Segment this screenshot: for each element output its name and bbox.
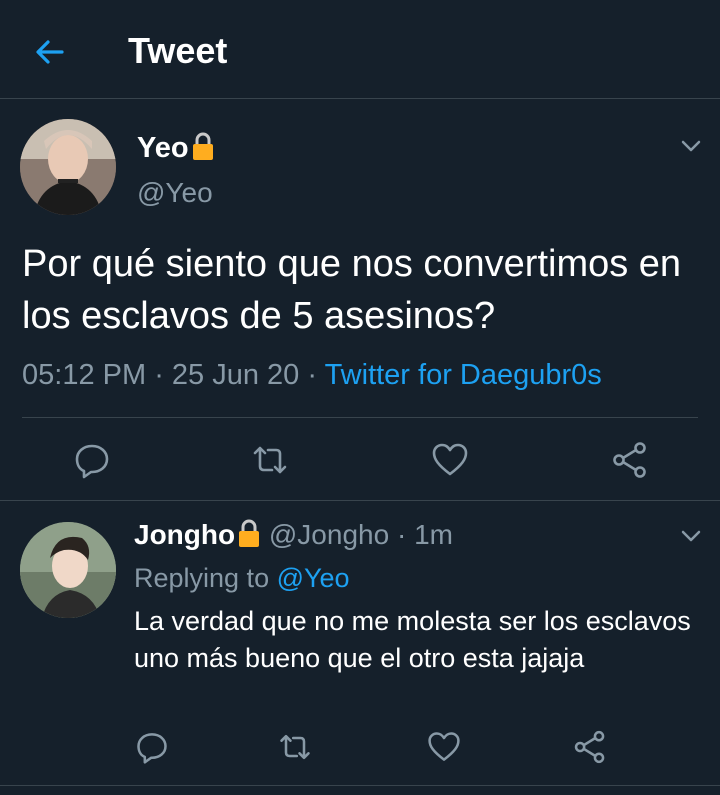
tweet-date: 25 Jun 20: [171, 359, 300, 391]
retweet-button[interactable]: [277, 729, 313, 765]
reply-avatar[interactable]: [20, 522, 116, 618]
chevron-down-icon: [681, 530, 701, 542]
tweet-options-button[interactable]: [678, 133, 704, 159]
share-icon: [574, 730, 605, 764]
tweet-time: 05:12 PM: [22, 359, 147, 391]
reply-author-name[interactable]: Jongho: [134, 519, 235, 550]
chevron-down-icon: [681, 140, 701, 152]
like-button[interactable]: [426, 729, 462, 765]
author-handle[interactable]: @Yeo: [137, 177, 213, 209]
share-icon: [613, 442, 646, 478]
share-button[interactable]: [610, 440, 650, 480]
retweet-icon: [280, 734, 310, 760]
reply-button[interactable]: [134, 729, 170, 765]
tweet-source-link[interactable]: Twitter for Daegubr0s: [325, 359, 602, 391]
share-button[interactable]: [572, 729, 608, 765]
replying-to: Replying to @Yeo: [134, 563, 350, 593]
lock-icon: [237, 518, 261, 548]
back-button[interactable]: [30, 32, 70, 72]
tweet-text: Por qué siento que nos convertimos en lo…: [22, 243, 682, 337]
divider: [22, 417, 698, 418]
reply-age: 1m: [414, 519, 453, 550]
reply-icon: [137, 733, 167, 764]
reply-options-button[interactable]: [678, 523, 704, 549]
reply-icon: [75, 444, 109, 479]
reply-button[interactable]: [72, 440, 112, 480]
retweet-button[interactable]: [250, 440, 290, 480]
like-button[interactable]: [430, 440, 470, 480]
page-title: Tweet: [128, 30, 228, 71]
divider: [0, 785, 720, 786]
top-bar: Tweet: [0, 0, 720, 99]
tweet-meta: 05:12 PM · 25 Jun 20 · Twitter for Daegu…: [22, 359, 602, 391]
reply-author-handle[interactable]: @Jongho: [269, 519, 389, 550]
divider: [0, 500, 720, 501]
like-icon: [432, 443, 468, 476]
author-name[interactable]: Yeo: [137, 131, 215, 165]
lock-icon: [191, 131, 215, 161]
like-icon: [428, 732, 460, 761]
mention-link[interactable]: @Yeo: [277, 563, 350, 593]
reply-text: La verdad que no me molesta ser los escl…: [134, 606, 691, 673]
retweet-icon: [253, 446, 287, 474]
avatar[interactable]: [20, 119, 116, 215]
reply-header: Jongho @Jongho · 1m: [134, 518, 453, 550]
arrow-left-icon: [36, 40, 64, 64]
